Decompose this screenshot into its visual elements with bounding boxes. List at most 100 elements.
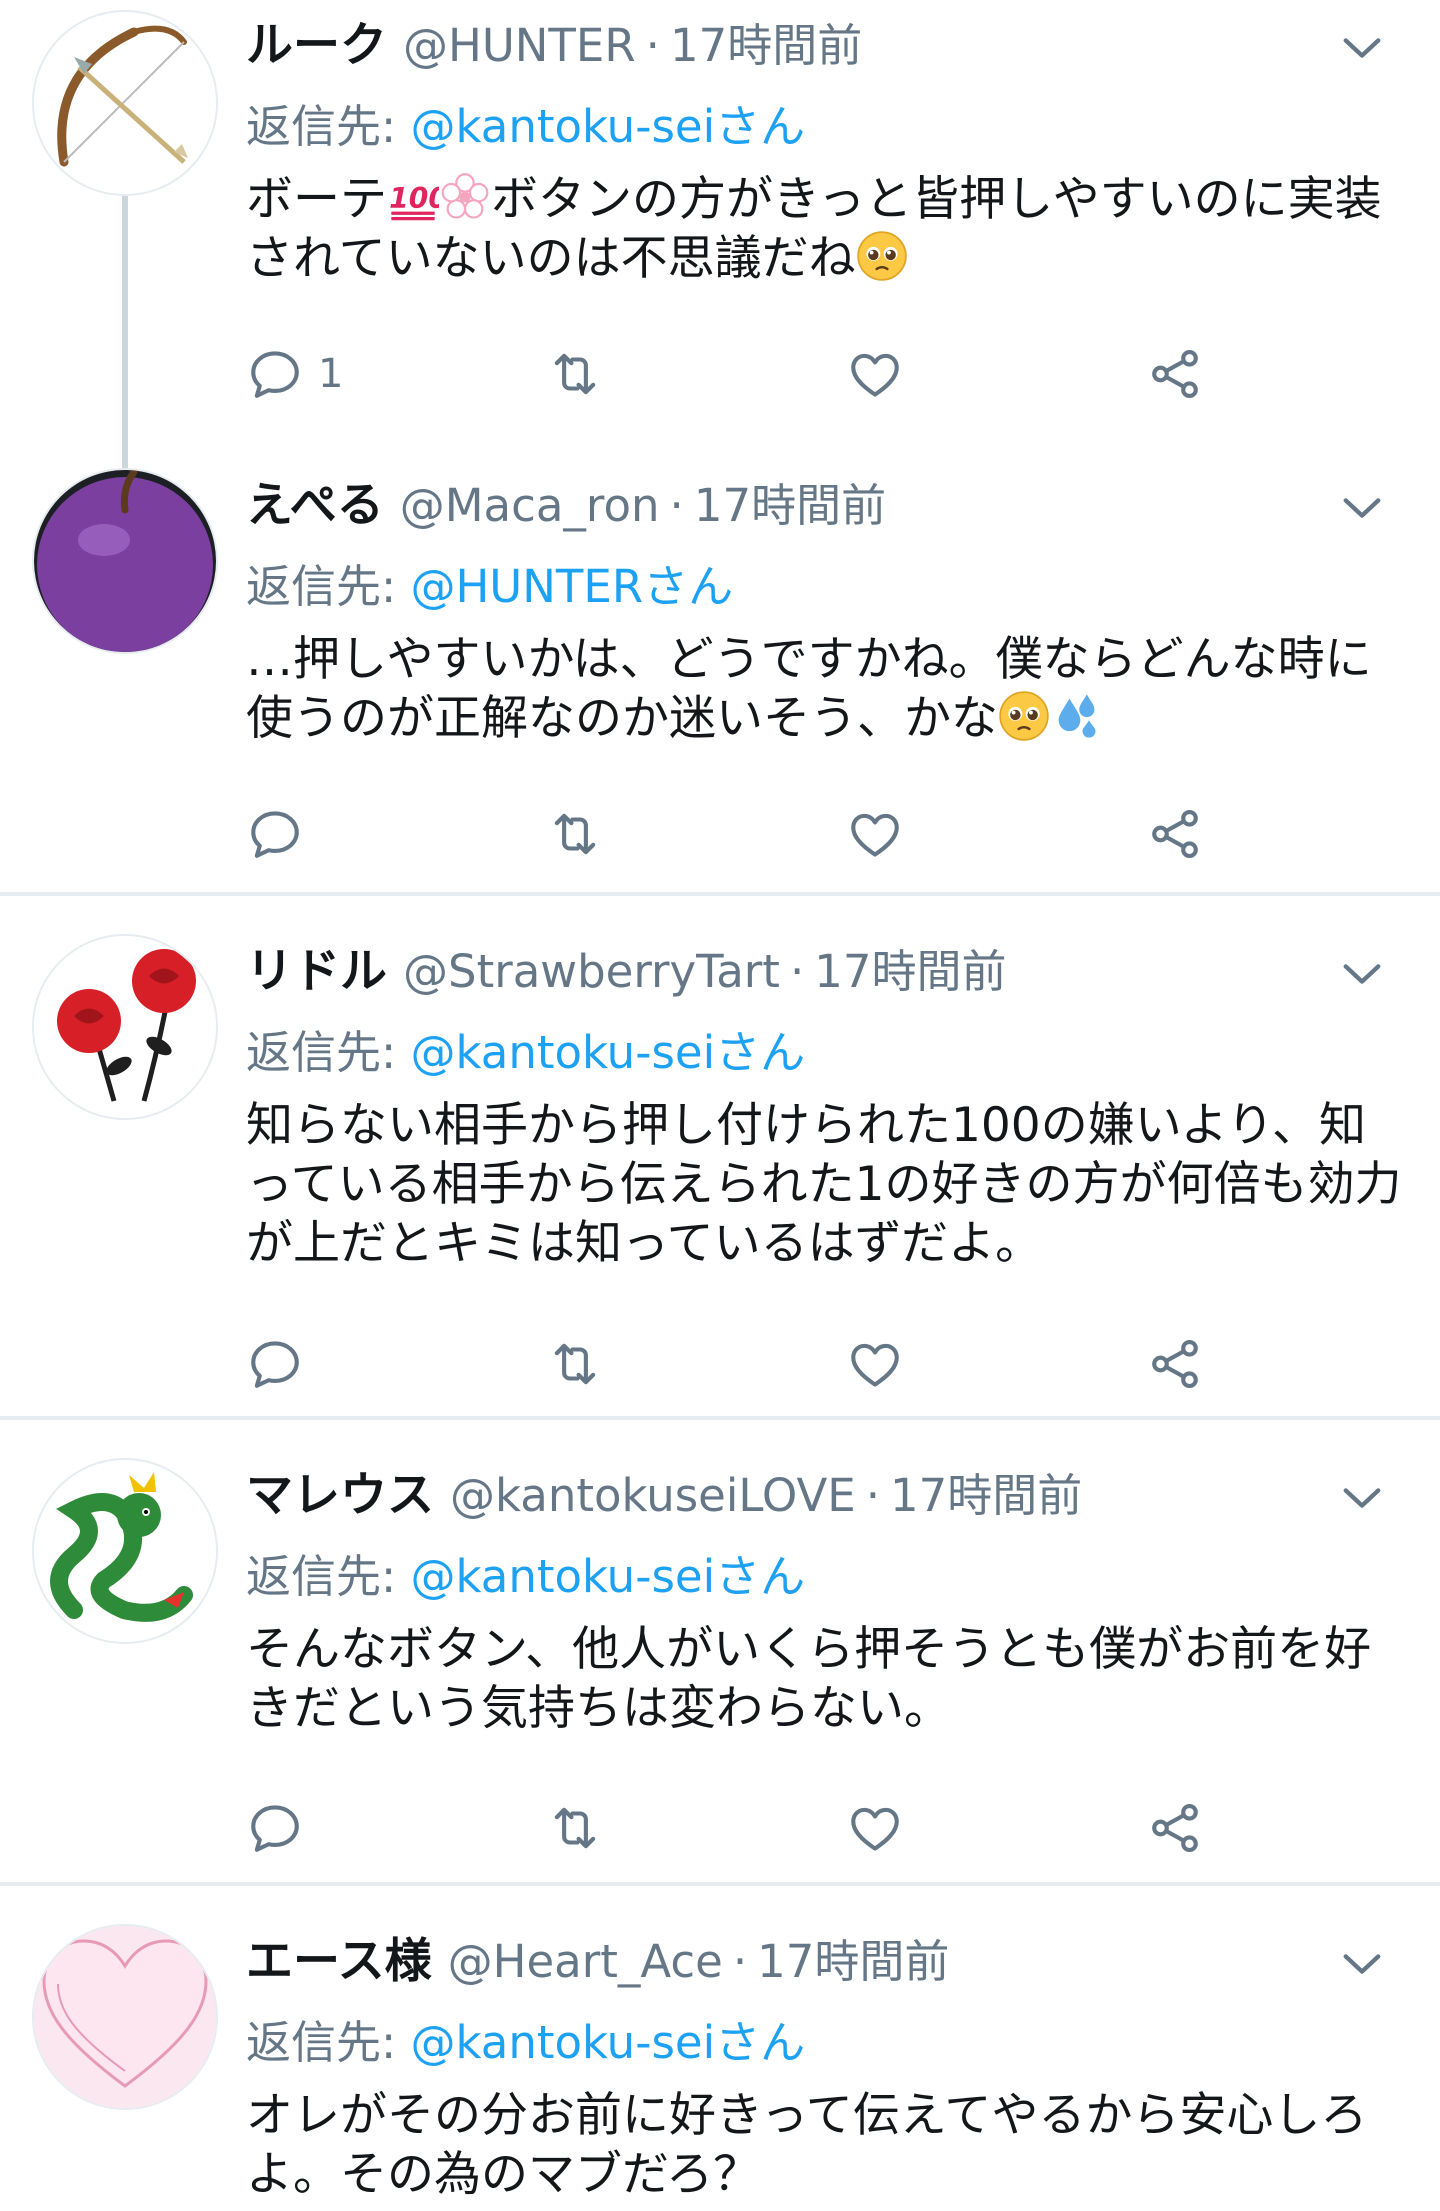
- tweet-divider: [0, 1882, 1440, 1886]
- separator-dot: ·: [732, 1935, 748, 1988]
- reply-button[interactable]: [246, 1798, 304, 1858]
- avatar[interactable]: [34, 936, 216, 1118]
- retweet-button[interactable]: [546, 804, 604, 864]
- avatar[interactable]: [34, 1460, 216, 1642]
- reply-to: 返信先: @kantoku-seiさん: [246, 1016, 805, 1081]
- action-bar: [246, 1798, 1246, 1858]
- retweet-icon: [546, 1799, 604, 1857]
- display-name[interactable]: リドル: [246, 932, 387, 1001]
- tweet-text: オレがその分お前に好きって伝えてやるから安心しろよ。その為のマブだろ？: [246, 2088, 1368, 2202]
- display-name[interactable]: エース様: [246, 1922, 432, 1991]
- chevron-down-icon[interactable]: [1336, 1472, 1388, 1524]
- share-button[interactable]: [1146, 344, 1204, 404]
- reply-to: 返信先: @HUNTERさん: [246, 550, 733, 615]
- display-name[interactable]: マレウス: [246, 1456, 434, 1525]
- reply-icon: [246, 805, 304, 863]
- share-button[interactable]: [1146, 804, 1204, 864]
- tweet-4[interactable]: マレウス @kantokuseiLOVE · 17時間前 返信先: @kanto…: [0, 1450, 1440, 1882]
- share-button[interactable]: [1146, 1334, 1204, 1394]
- reply-to-label: 返信先:: [246, 1026, 411, 1079]
- user-handle[interactable]: @Maca_ron: [400, 479, 660, 532]
- pink-heart-icon: [34, 1926, 216, 2108]
- tweet-1[interactable]: ルーク @HUNTER · 17時間前 返信先: @kantoku-seiさん …: [0, 0, 1440, 468]
- tweet-3[interactable]: リドル @StrawberryTart · 17時間前 返信先: @kantok…: [0, 926, 1440, 1416]
- user-handle[interactable]: @StrawberryTart: [403, 945, 780, 998]
- reply-mention-link[interactable]: @kantoku-seiさん: [410, 100, 805, 153]
- tweet-5[interactable]: エース様 @Heart_Ace · 17時間前 返信先: @kantoku-se…: [0, 1916, 1440, 2211]
- chevron-down-icon[interactable]: [1336, 22, 1388, 74]
- reply-icon: [246, 1335, 304, 1393]
- heart-icon: [846, 805, 904, 863]
- retweet-button[interactable]: [546, 1798, 604, 1858]
- reply-button[interactable]: [246, 1334, 304, 1394]
- sweat-droplets-icon: [1058, 694, 1096, 738]
- tweet-text-part-1: ボーテ: [246, 172, 387, 227]
- hundred-points-icon: 100: [389, 182, 439, 221]
- avatar[interactable]: [34, 470, 216, 652]
- bow-arrow-icon: [34, 12, 216, 194]
- red-roses-icon: [34, 936, 216, 1118]
- tweet-header: マレウス @kantokuseiLOVE · 17時間前: [246, 1456, 1082, 1526]
- timestamp[interactable]: 17時間前: [814, 935, 1006, 1000]
- tweet-divider: [0, 1416, 1440, 1420]
- reply-mention-link[interactable]: @HUNTERさん: [410, 560, 733, 613]
- svg-text:100: 100: [389, 182, 439, 215]
- reply-to-label: 返信先:: [246, 2016, 411, 2069]
- reply-mention-link[interactable]: @kantoku-seiさん: [410, 1550, 805, 1603]
- tweet-header: ルーク @HUNTER · 17時間前: [246, 6, 862, 76]
- reply-mention-link[interactable]: @kantoku-seiさん: [410, 2016, 805, 2069]
- share-icon: [1146, 805, 1204, 863]
- action-bar: 1: [246, 344, 1246, 404]
- heart-icon: [846, 345, 904, 403]
- tweet-header: えぺる @Maca_ron · 17時間前: [246, 466, 886, 536]
- like-button[interactable]: [846, 804, 904, 864]
- tweet-text: ボーテ100ボタンの方がきっと皆押しやすいのに実装されていないのは不思議だね: [246, 170, 1406, 288]
- separator-dot: ·: [865, 1469, 880, 1522]
- chevron-down-icon[interactable]: [1336, 1938, 1388, 1990]
- tweet-divider: [0, 892, 1440, 896]
- green-dragon-icon: [34, 1460, 216, 1642]
- chevron-down-icon[interactable]: [1336, 948, 1388, 1000]
- chevron-down-icon[interactable]: [1336, 482, 1388, 534]
- retweet-button[interactable]: [546, 344, 604, 404]
- user-handle[interactable]: @kantokuseiLOVE: [450, 1469, 856, 1522]
- share-icon: [1146, 1335, 1204, 1393]
- pleading-face-icon: [856, 230, 908, 282]
- like-button[interactable]: [846, 1798, 904, 1858]
- reply-count: 1: [318, 351, 344, 397]
- thread-line: [122, 196, 128, 468]
- pleading-face-icon: [998, 690, 1050, 742]
- display-name[interactable]: えぺる: [246, 466, 384, 535]
- reply-icon: [246, 1799, 304, 1857]
- reply-mention-link[interactable]: @kantoku-seiさん: [410, 1026, 805, 1079]
- reply-to: 返信先: @kantoku-seiさん: [246, 1540, 805, 1605]
- tweet-text-part-1: …押しやすいかは、どうですかね。僕ならどんな時に使うのが正解なのか迷いそう、かな: [246, 632, 1372, 746]
- tweet-text: そんなボタン、他人がいくら押そうとも僕がお前を好きだという気持ちは変わらない。: [246, 1622, 1372, 1736]
- separator-dot: ·: [789, 945, 805, 998]
- like-button[interactable]: [846, 344, 904, 404]
- timestamp[interactable]: 17時間前: [890, 1459, 1082, 1524]
- avatar[interactable]: [34, 12, 216, 194]
- tweet-text: 知らない相手から押し付けられた100の嫌いより、知っている相手から伝えられた1の…: [246, 1098, 1402, 1271]
- action-bar: [246, 1334, 1246, 1394]
- retweet-button[interactable]: [546, 1334, 604, 1394]
- share-button[interactable]: [1146, 1798, 1204, 1858]
- reply-button[interactable]: [246, 804, 304, 864]
- display-name[interactable]: ルーク: [246, 6, 387, 75]
- avatar[interactable]: [34, 1926, 216, 2108]
- separator-dot: ·: [669, 479, 684, 532]
- reply-to-label: 返信先:: [246, 100, 411, 153]
- user-handle[interactable]: @Heart_Ace: [448, 1935, 723, 1988]
- like-button[interactable]: [846, 1334, 904, 1394]
- reply-button[interactable]: 1: [246, 344, 343, 404]
- purple-apple-icon: [34, 470, 216, 652]
- user-handle[interactable]: @HUNTER: [403, 19, 636, 72]
- timestamp[interactable]: 17時間前: [694, 469, 886, 534]
- heart-icon: [846, 1335, 904, 1393]
- tweet-text: …押しやすいかは、どうですかね。僕ならどんな時に使うのが正解なのか迷いそう、かな: [246, 630, 1406, 748]
- reply-to: 返信先: @kantoku-seiさん: [246, 90, 805, 155]
- reply-to-label: 返信先:: [246, 1550, 411, 1603]
- timestamp[interactable]: 17時間前: [670, 9, 862, 74]
- timestamp[interactable]: 17時間前: [757, 1925, 949, 1990]
- tweet-2[interactable]: えぺる @Maca_ron · 17時間前 返信先: @HUNTERさん …押し…: [0, 460, 1440, 890]
